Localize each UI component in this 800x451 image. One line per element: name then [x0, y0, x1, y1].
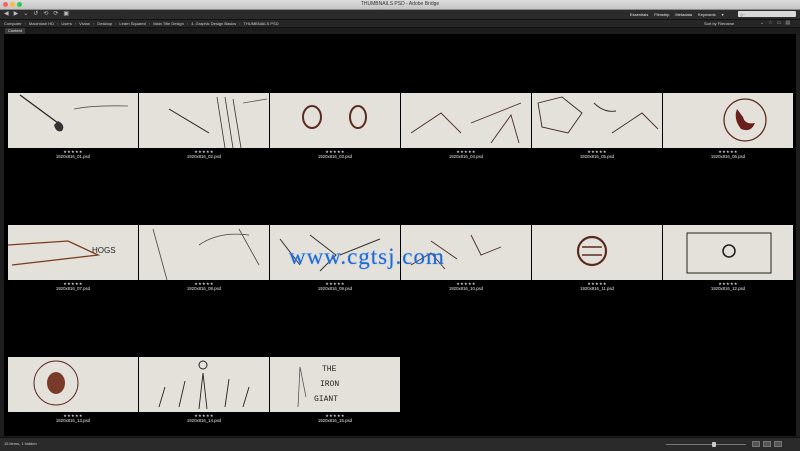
trash-icon[interactable]: ▤ [785, 20, 790, 27]
sort-menu[interactable]: Sort by Filename [704, 20, 734, 27]
sketch-iron-giant-text: THE IRON GIANT [314, 365, 339, 404]
breadcrumb-desktop[interactable]: Desktop [97, 20, 112, 27]
sort-direction-icon[interactable]: ⌄ [760, 20, 764, 27]
thumbnail-filename[interactable]: 1920x816_07.psd [8, 286, 138, 291]
thumbnail-04[interactable] [401, 93, 531, 148]
breadcrumb-users[interactable]: Users [61, 20, 71, 27]
breadcrumb-thumbnails-psd[interactable]: THUMBNAILS PSD [243, 20, 278, 27]
minimize-window-icon[interactable] [10, 2, 15, 7]
search-input[interactable] [738, 11, 796, 17]
slider-handle[interactable] [711, 442, 716, 447]
path-bar: Computer › Macintosh HD › Users › Vivian › D… [0, 20, 800, 28]
chevron-right-icon: › [24, 21, 26, 26]
list-view-icon[interactable] [774, 441, 782, 447]
chevron-right-icon: › [57, 21, 59, 26]
thumbnail-filename[interactable]: 1920x816_12.psd [663, 286, 793, 291]
thumbnail-filename[interactable]: 1920x816_10.psd [401, 286, 531, 291]
thumbnail-filename[interactable]: 1920x816_01.psd [8, 154, 138, 159]
close-window-icon[interactable] [3, 2, 8, 7]
thumbnail-08[interactable] [139, 225, 269, 280]
rotate-left-icon[interactable]: ⟲ [43, 11, 48, 18]
thumbnail-14[interactable] [139, 357, 269, 412]
chevron-right-icon: › [148, 21, 151, 26]
breadcrumb: Computer › Macintosh HD › Users › Vivian › D… [4, 20, 279, 27]
thumbnail-filename[interactable]: 1920x816_02.psd [139, 154, 269, 159]
breadcrumb-macintosh-hd[interactable]: Macintosh HD [29, 20, 54, 27]
workspace-metadata[interactable]: Metadata [675, 11, 692, 18]
thumbnail-filename[interactable]: 1920x816_15.psd [270, 418, 400, 423]
thumbnail-filename[interactable]: 1920x816_06.psd [663, 154, 793, 159]
thumbnail-13[interactable] [8, 357, 138, 412]
breadcrumb-vivian[interactable]: Vivian [79, 20, 90, 27]
thumbnail-filename[interactable]: 1920x816_04.psd [401, 154, 531, 159]
status-bar: 15 items, 1 hidden [0, 437, 800, 451]
window-title: THUMBNAILS PSD - Adobe Bridge [360, 1, 440, 7]
item-count: 15 items, 1 hidden [4, 441, 37, 446]
toolbar: ◀ ▶ ⌄ ↺ ⟲ ⟳ ▣ Essentials Filmstrip Metad… [0, 10, 800, 20]
window-controls [3, 2, 22, 7]
thumbnail-filename[interactable]: 1920x816_11.psd [532, 286, 662, 291]
forward-icon[interactable]: ▶ [14, 11, 19, 18]
thumbnail-06[interactable] [663, 93, 793, 148]
thumbnail-filename[interactable]: 1920x816_05.psd [532, 154, 662, 159]
thumbnail-filename[interactable]: 1920x816_08.psd [139, 286, 269, 291]
recent-icon[interactable]: ⌄ [23, 11, 28, 18]
thumbnail-15[interactable]: THE IRON GIANT [270, 357, 400, 412]
thumbnail-03[interactable] [270, 93, 400, 148]
chevron-right-icon: › [186, 21, 189, 26]
chevron-right-icon: › [93, 21, 95, 26]
chevron-right-icon: › [239, 21, 241, 26]
boomerang-icon[interactable]: ↺ [33, 11, 38, 18]
watermark-text: www.cgtsj.com [289, 244, 445, 269]
workspace-switcher: Essentials Filmstrip Metadata Keywords ▾ [630, 11, 724, 18]
camera-icon[interactable]: ▣ [63, 11, 69, 18]
zoom-window-icon[interactable] [17, 2, 22, 7]
content-panel: ★★★★★ 1920x816_01.psd ★★★★★ 1920x816_02.… [4, 34, 796, 436]
thumbnail-01[interactable] [8, 93, 138, 148]
details-view-icon[interactable] [763, 441, 771, 447]
thumbnail-filename[interactable]: 1920x816_03.psd [270, 154, 400, 159]
sketch-hogs-text: HOGS [92, 246, 116, 255]
back-icon[interactable]: ◀ [4, 11, 9, 18]
thumbnail-07[interactable]: HOGS [8, 225, 138, 280]
breadcrumb-learn-squared[interactable]: Learn Squared [119, 20, 145, 27]
thumbnail-filename[interactable]: 1920x816_13.psd [8, 418, 138, 423]
breadcrumb-computer[interactable]: Computer [4, 20, 22, 27]
chevron-right-icon: › [74, 21, 77, 26]
workspace-filmstrip[interactable]: Filmstrip [654, 11, 669, 18]
thumbnail-filename[interactable]: 1920x816_14.psd [139, 418, 269, 423]
thumbnail-05[interactable] [532, 93, 662, 148]
thumbnail-02[interactable] [139, 93, 269, 148]
workspace-keywords[interactable]: Keywords [698, 11, 716, 18]
breadcrumb-main-title-design[interactable]: Main Title Design [153, 20, 184, 27]
star-filter-icon[interactable]: ☆ [768, 20, 772, 27]
chevron-right-icon: › [115, 21, 117, 26]
grid-view-icon[interactable] [752, 441, 760, 447]
rotate-right-icon[interactable]: ⟳ [53, 11, 58, 18]
thumbnail-filename[interactable]: 1920x816_09.psd [270, 286, 400, 291]
workspace-essentials[interactable]: Essentials [630, 11, 648, 18]
thumbnail-size-slider[interactable] [666, 442, 746, 447]
breadcrumb-graphic-design-basics[interactable]: 4. Graphic Design Basics [191, 20, 236, 27]
workspace-menu-icon[interactable]: ▾ [722, 11, 724, 18]
thumbnail-12[interactable] [663, 225, 793, 280]
new-folder-icon[interactable]: ▭ [777, 20, 782, 27]
thumbnail-11[interactable] [532, 225, 662, 280]
window-title-bar: THUMBNAILS PSD - Adobe Bridge [0, 0, 800, 10]
